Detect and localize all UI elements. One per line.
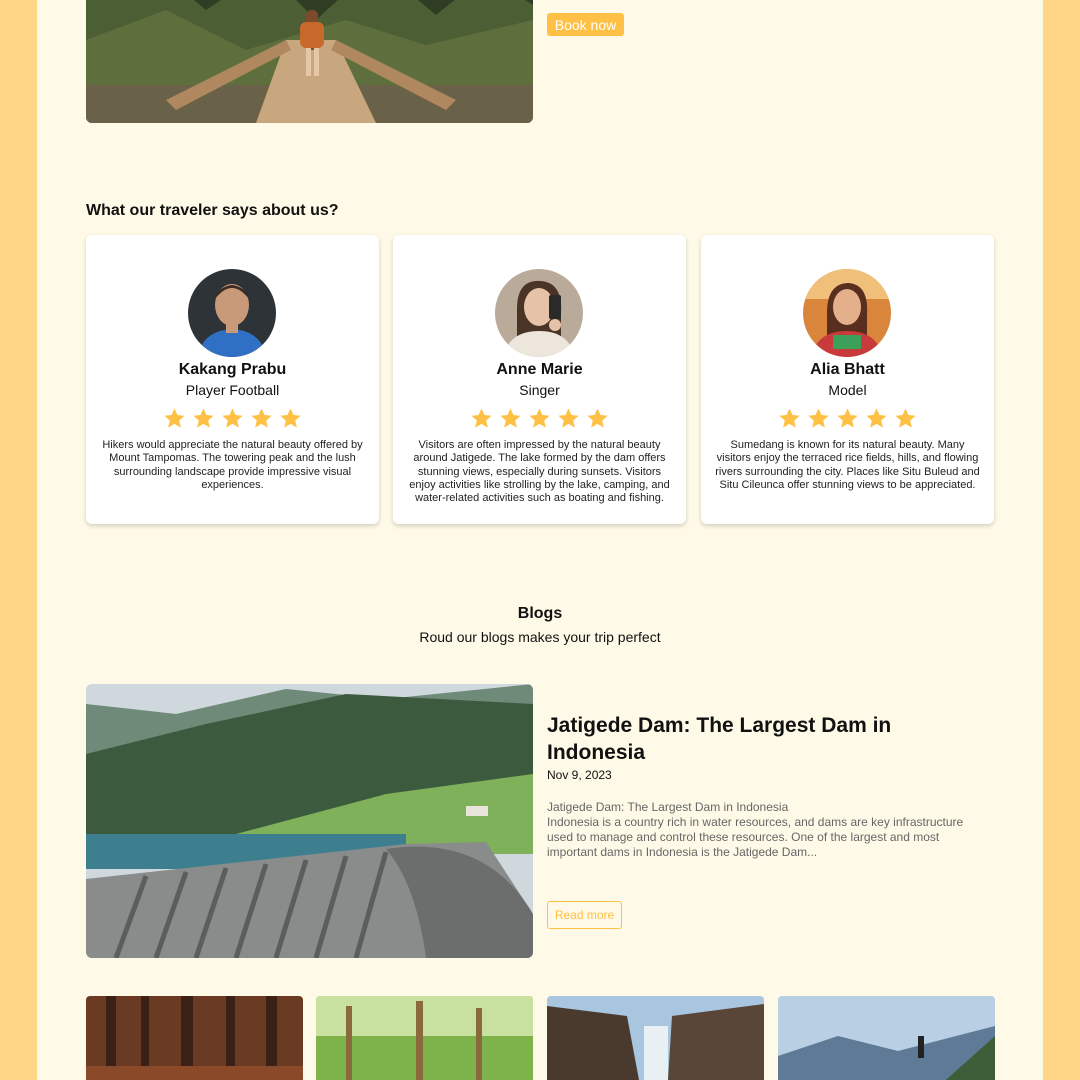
reviewer-role: Player Football	[185, 382, 280, 398]
rating-stars	[393, 407, 686, 430]
blog-thumbnail[interactable]	[86, 996, 303, 1080]
reviewer-name: Alia Bhatt	[810, 361, 885, 378]
avatar	[803, 269, 891, 357]
page: Book now What our traveler says about us…	[37, 0, 1043, 1080]
avatar	[495, 269, 583, 357]
star-icon	[280, 408, 301, 428]
blog-thumbnail[interactable]	[778, 996, 995, 1080]
rating-stars	[86, 407, 379, 430]
star-icon	[529, 408, 550, 428]
star-icon	[251, 408, 272, 428]
star-icon	[587, 408, 608, 428]
star-icon	[837, 408, 858, 428]
blog-title[interactable]: Jatigede Dam: The Largest Dam in Indones…	[547, 712, 917, 766]
star-icon	[779, 408, 800, 428]
star-icon	[895, 408, 916, 428]
review-text: Sumedang is known for its natural beauty…	[715, 439, 980, 491]
blogs-title: Blogs	[517, 605, 563, 622]
star-icon	[471, 408, 492, 428]
star-icon	[193, 408, 214, 428]
reviewer-name: Anne Marie	[496, 361, 583, 378]
star-icon	[222, 408, 243, 428]
rating-stars	[701, 407, 994, 430]
star-icon	[866, 408, 887, 428]
avatar	[188, 269, 276, 357]
testimonials-title: What our traveler says about us?	[86, 202, 339, 219]
book-now-button[interactable]: Book now	[547, 13, 624, 36]
testimonial-card: Kakang Prabu Player Football Hikers woul…	[86, 235, 379, 524]
reviewer-role: Singer	[519, 382, 560, 398]
star-icon	[558, 408, 579, 428]
featured-blog-image[interactable]	[86, 684, 533, 958]
hero-image	[86, 0, 533, 123]
testimonial-card: Anne Marie Singer Visitors are often imp…	[393, 235, 686, 524]
blogs-subtitle: Roud our blogs makes your trip perfect	[419, 629, 661, 645]
review-text: Hikers would appreciate the natural beau…	[102, 439, 363, 491]
blog-date: Nov 9, 2023	[547, 768, 612, 782]
star-icon	[164, 408, 185, 428]
read-more-button[interactable]: Read more	[547, 901, 622, 929]
blog-excerpt-body: Indonesia is a country rich in water res…	[547, 815, 964, 859]
blog-thumbnail[interactable]	[316, 996, 533, 1080]
reviewer-role: Model	[828, 382, 867, 398]
star-icon	[808, 408, 829, 428]
testimonial-card: Alia Bhatt Model Sumedang is known for i…	[701, 235, 994, 524]
star-icon	[500, 408, 521, 428]
blog-excerpt-heading: Jatigede Dam: The Largest Dam in Indones…	[547, 800, 789, 814]
reviewer-name: Kakang Prabu	[178, 361, 287, 378]
blog-thumbnail[interactable]	[547, 996, 764, 1080]
review-text: Visitors are often impressed by the natu…	[409, 439, 670, 505]
blog-excerpt: Jatigede Dam: The Largest Dam in Indones…	[547, 800, 992, 860]
